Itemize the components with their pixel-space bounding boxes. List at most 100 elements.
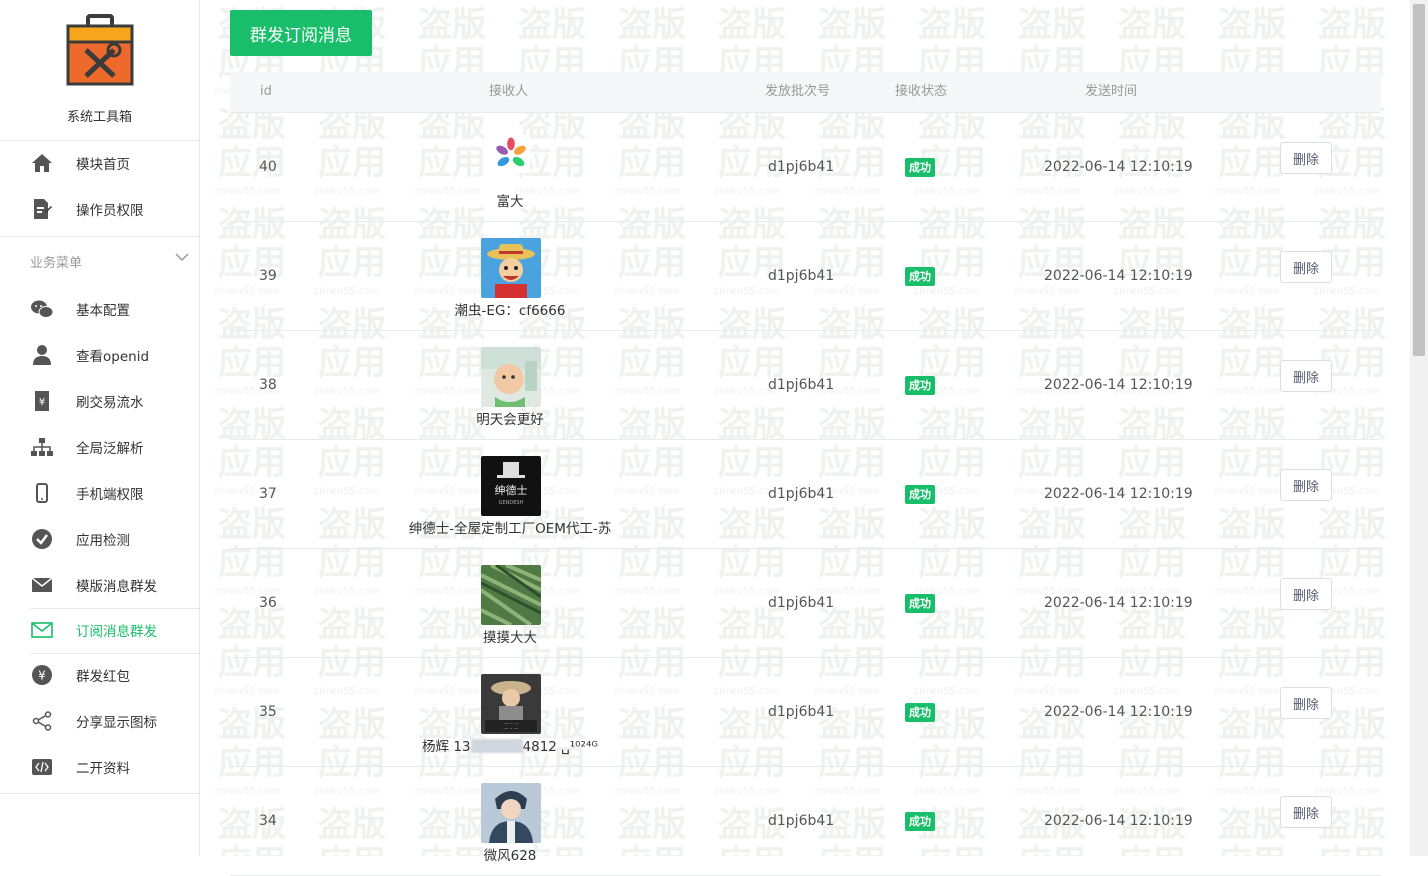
sidebar-item-mobile-permissions[interactable]: 手机端权限 (0, 470, 199, 516)
user-icon (30, 343, 54, 367)
delete-button[interactable]: 删除 (1280, 360, 1332, 392)
status-badge: 成功 (905, 376, 935, 395)
receiver-name: 明天会更好 (476, 412, 544, 428)
avatar (492, 135, 530, 173)
send-time: 2022-06-14 12:10:19 (1044, 813, 1193, 829)
code-icon (30, 755, 54, 779)
sidebar-item-basic-config[interactable]: 基本配置 (0, 286, 199, 332)
avatar (481, 565, 541, 625)
send-time: 2022-06-14 12:10:19 (1044, 377, 1193, 393)
sidebar: 系统工具箱 模块首页 操作员权限 业务菜单 基本配置 查看openid ¥ 刷交… (0, 0, 200, 856)
broadcast-subscribe-button[interactable]: 群发订阅消息 (230, 10, 372, 56)
sidebar-item-label: 模块首页 (76, 157, 130, 173)
delete-button[interactable]: 删除 (1280, 687, 1332, 719)
header-batch: 发放批次号 (765, 84, 831, 99)
sidebar-item-subscribe-broadcast[interactable]: 订阅消息群发 (0, 607, 199, 653)
header-send-time: 发送时间 (1085, 84, 1138, 99)
svg-text:···· ·· ····: ···· ·· ···· (503, 726, 518, 731)
sidebar-item-global-dns[interactable]: 全局泛解析 (0, 424, 199, 470)
sitemap-icon (30, 435, 54, 459)
sidebar-item-label: 操作员权限 (76, 203, 144, 219)
share-icon (30, 709, 54, 733)
divider (0, 236, 199, 237)
send-time: 2022-06-14 12:10:19 (1044, 486, 1193, 502)
sidebar-item-red-packet[interactable]: ¥ 群发红包 (0, 652, 199, 698)
wechat-icon (30, 297, 54, 321)
receiver-cell: 明天会更好 (400, 331, 620, 439)
sidebar-item-label: 订阅消息群发 (76, 624, 157, 640)
sidebar-item-label: 二开资料 (76, 761, 130, 777)
batch-number: d1pj6b41 (768, 704, 835, 720)
sidebar-item-label: 应用检测 (76, 533, 130, 549)
status-badge: 成功 (905, 267, 935, 286)
sidebar-item-transactions[interactable]: ¥ 刷交易流水 (0, 378, 199, 424)
status-badge: 成功 (905, 158, 935, 177)
check-circle-icon (30, 527, 54, 551)
sidebar-item-label: 基本配置 (76, 303, 130, 319)
masked-phone (470, 739, 523, 753)
sidebar-item-label: 模版消息群发 (76, 579, 157, 595)
yen-coin-icon: ¥ (30, 663, 54, 687)
receiver-name: 微风628 (483, 848, 537, 864)
row-id: 39 (259, 268, 277, 284)
receiver-cell: 微风628 (400, 767, 620, 875)
status-badge: 成功 (905, 485, 935, 504)
receiver-cell: ····· ·· ··· ···· ·· ···· 杨辉 13 4812 ␣¹⁰²… (400, 658, 620, 766)
brand-title: 系统工具箱 (66, 110, 132, 125)
row-id: 36 (259, 595, 277, 611)
mail-outline-icon (30, 618, 54, 642)
header-status: 接收状态 (895, 84, 948, 99)
status-badge: 成功 (905, 703, 935, 722)
delete-button[interactable]: 删除 (1280, 469, 1332, 501)
divider (0, 793, 199, 794)
table-row: 35 ····· ·· ··· ···· ·· ···· 杨辉 13 4812 ␣… (230, 658, 1381, 767)
delete-button[interactable]: 删除 (1280, 251, 1332, 283)
sidebar-item-home[interactable]: 模块首页 (0, 140, 199, 186)
svg-text:绅德士: 绅德士 (495, 483, 528, 497)
table-row: 39 潮虫-EG：cf6666 d1pj6b41 成功 2022-06-14 1… (230, 222, 1381, 331)
receiver-name: 绅德士-全屋定制工厂OEM代工-苏 (408, 521, 612, 537)
svg-text:GENDESH: GENDESH (499, 500, 524, 506)
send-time: 2022-06-14 12:10:19 (1044, 704, 1193, 720)
sidebar-item-label: 全局泛解析 (76, 441, 144, 457)
batch-number: d1pj6b41 (768, 377, 835, 393)
sidebar-item-share-icon[interactable]: 分享显示图标 (0, 698, 199, 744)
mobile-icon (30, 481, 54, 505)
table-row: 36 摸摸大大 d1pj6b41 成功 2022-06-14 12:10:19 … (230, 549, 1381, 658)
sidebar-item-view-openid[interactable]: 查看openid (0, 332, 199, 378)
sidebar-item-template-broadcast[interactable]: 模版消息群发 (0, 562, 199, 608)
header-id: id (260, 84, 272, 99)
receiver-name: 摸摸大大 (483, 630, 537, 646)
sidebar-item-label: 手机端权限 (76, 487, 144, 503)
sidebar-item-label: 分享显示图标 (76, 715, 157, 731)
delete-button[interactable]: 删除 (1280, 796, 1332, 828)
table-row: 37 绅德士 GENDESH 绅德士-全屋定制工厂OEM代工-苏 d1pj6b4… (230, 440, 1381, 549)
row-id: 34 (259, 813, 277, 829)
chevron-down-icon[interactable] (175, 252, 189, 262)
avatar: 绅德士 GENDESH (481, 456, 541, 516)
group-title: 业务菜单 (30, 256, 83, 271)
mail-icon (30, 573, 54, 597)
header-receiver: 接收人 (489, 84, 529, 99)
sidebar-item-operator-permissions[interactable]: 操作员权限 (0, 186, 199, 232)
batch-number: d1pj6b41 (768, 595, 835, 611)
send-time: 2022-06-14 12:10:19 (1044, 159, 1193, 175)
scrollbar[interactable] (1410, 0, 1428, 856)
avatar: ····· ·· ··· ···· ·· ···· (481, 674, 541, 734)
table-row: 40 富大 d1pj6b41 成功 2022-06-14 12:10:19 删除 (230, 113, 1381, 222)
sidebar-item-app-check[interactable]: 应用检测 (0, 516, 199, 562)
receiver-name: 潮虫-EG：cf6666 (454, 303, 566, 319)
table-header: id 接收人 发放批次号 接收状态 发送时间 (230, 72, 1381, 113)
receiver-name: 富大 (496, 194, 524, 210)
delete-button[interactable]: 删除 (1280, 578, 1332, 610)
status-badge: 成功 (905, 594, 935, 613)
scrollbar-thumb[interactable] (1413, 4, 1425, 356)
sidebar-item-dev-docs[interactable]: 二开资料 (0, 744, 199, 790)
status-badge: 成功 (905, 812, 935, 831)
avatar (481, 783, 541, 843)
receiver-cell: 绅德士 GENDESH 绅德士-全屋定制工厂OEM代工-苏 (400, 440, 620, 548)
table-row: 38 明天会更好 d1pj6b41 成功 2022-06-14 12:10:19… (230, 331, 1381, 440)
delete-button[interactable]: 删除 (1280, 142, 1332, 174)
row-id: 40 (259, 159, 277, 175)
row-id: 38 (259, 377, 277, 393)
